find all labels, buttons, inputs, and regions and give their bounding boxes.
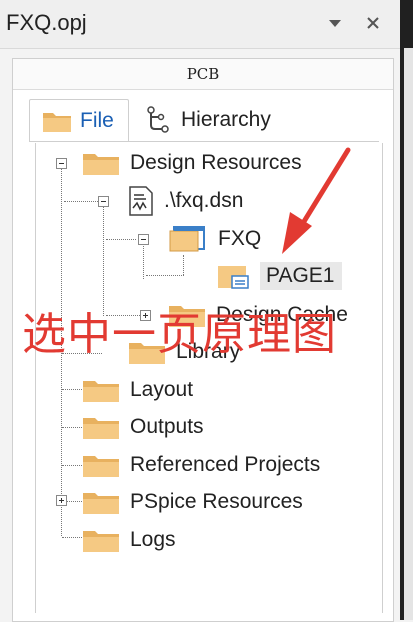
tree-item-fxq[interactable]: FXQ <box>168 222 261 256</box>
folder-icon <box>83 418 119 439</box>
tree-item-pspice-resources[interactable]: PSpice Resources <box>82 485 303 519</box>
tab-file[interactable]: File <box>29 99 129 142</box>
tree-item-layout[interactable]: Layout <box>82 373 193 407</box>
tab-hierarchy-label: Hierarchy <box>181 108 271 131</box>
dropdown-icon[interactable] <box>326 14 344 32</box>
folder-icon <box>43 113 71 132</box>
tree-item-referenced-projects[interactable]: Referenced Projects <box>82 448 320 482</box>
window-edge <box>400 0 413 620</box>
folder-icon <box>83 531 119 552</box>
tree-item-design-resources[interactable]: Design Resources <box>82 146 302 180</box>
window-title: FXQ.opj <box>6 10 87 35</box>
tab-hierarchy[interactable]: Hierarchy <box>139 99 299 141</box>
panel-header: PCB <box>13 59 393 90</box>
folder-icon <box>83 154 119 175</box>
collapse-toggle[interactable] <box>138 234 149 245</box>
folder-icon <box>83 381 119 402</box>
folder-icon <box>83 456 119 477</box>
collapse-toggle[interactable] <box>98 196 109 207</box>
title-bar: FXQ.opj <box>0 0 400 49</box>
expand-toggle[interactable] <box>56 495 67 506</box>
collapse-toggle[interactable] <box>56 158 67 169</box>
project-tree: Design Resources .\fxq.dsn FXQ PAGE1 Des… <box>35 143 383 613</box>
tree-item-dsn[interactable]: .\fxq.dsn <box>128 184 243 218</box>
schematic-file-icon <box>129 186 153 216</box>
hierarchy-icon <box>147 106 169 133</box>
folder-icon <box>83 493 119 514</box>
tree-item-outputs[interactable]: Outputs <box>82 410 204 444</box>
selected-item-label: PAGE1 <box>260 262 343 290</box>
tab-file-label: File <box>80 109 114 132</box>
tree-item-logs[interactable]: Logs <box>82 523 176 557</box>
schematic-page-icon <box>218 266 249 289</box>
schematic-folder-icon <box>169 226 205 252</box>
annotation-caption: 选中一页原理图 <box>22 309 337 360</box>
close-icon[interactable] <box>364 14 382 32</box>
tree-item-page1[interactable]: PAGE1 <box>216 259 343 293</box>
